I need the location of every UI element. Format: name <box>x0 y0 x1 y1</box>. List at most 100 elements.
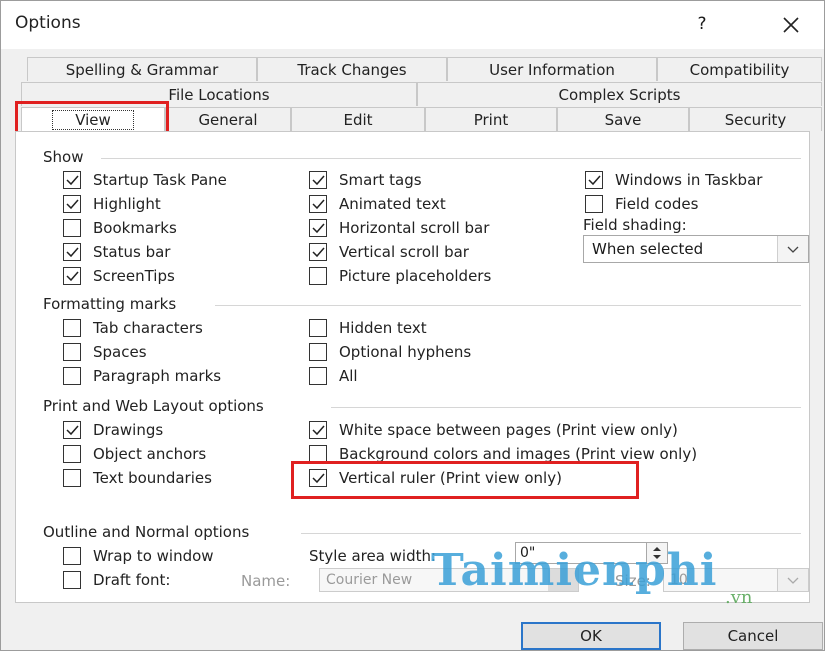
checkbox-label: Hidden text <box>339 319 427 337</box>
checkbox-label: Vertical ruler (Print view only) <box>339 469 562 487</box>
field-shading-value: When selected <box>592 240 704 258</box>
style-area-width-label: Style area width: <box>309 547 437 565</box>
draft-font-name-value: Courier New <box>326 572 413 588</box>
taimienphi-watermark-domain: .vn <box>725 587 753 608</box>
checkbox-label: Drawings <box>93 421 164 439</box>
formatting-group-line <box>215 305 801 306</box>
tab-security[interactable]: Security <box>689 107 822 131</box>
checkbox-label: Highlight <box>93 195 161 213</box>
checkbox-label: Vertical scroll bar <box>339 243 469 261</box>
checkbox-box <box>309 367 327 385</box>
field-shading-label: Field shading: <box>583 216 687 234</box>
checkbox-box <box>63 469 81 487</box>
checkbox-label: All <box>339 367 358 385</box>
checkbox-label: Tab characters <box>93 319 203 337</box>
tab-user-information[interactable]: User Information <box>447 57 657 81</box>
tab-file-locations[interactable]: File Locations <box>21 82 417 106</box>
check-icon <box>66 175 79 186</box>
checkbox-label: Animated text <box>339 195 446 213</box>
close-button[interactable] <box>771 9 811 39</box>
checkbox-box <box>309 319 327 337</box>
check-icon <box>312 199 325 210</box>
checkbox-label: Spaces <box>93 343 147 361</box>
checkbox-label: Optional hyphens <box>339 343 472 361</box>
outline-group-line <box>301 533 801 534</box>
checkbox-label: White space between pages (Print view on… <box>339 421 678 439</box>
check-icon <box>312 473 325 484</box>
show-group-line <box>101 158 801 159</box>
taimienphi-watermark: Taimienphi <box>431 545 718 596</box>
checkbox-label: Status bar <box>93 243 171 261</box>
tab-edit[interactable]: Edit <box>291 107 425 131</box>
window-title: Options <box>15 13 81 33</box>
checkbox-label: Bookmarks <box>93 219 177 237</box>
checkbox-box <box>63 219 81 237</box>
checkbox-box <box>585 195 603 213</box>
checkbox-label: Horizontal scroll bar <box>339 219 490 237</box>
show-group-label: Show <box>43 148 88 166</box>
checkbox-box <box>63 267 81 285</box>
checkbox-label: Startup Task Pane <box>93 171 227 189</box>
tab-compatibility[interactable]: Compatibility <box>657 57 822 81</box>
checkbox-box <box>63 421 81 439</box>
close-icon <box>783 17 799 33</box>
checkbox-box <box>309 195 327 213</box>
checkbox-box <box>63 243 81 261</box>
tab-general[interactable]: General <box>165 107 291 131</box>
checkbox-box <box>63 571 81 589</box>
dropdown-arrow <box>777 569 808 591</box>
check-icon <box>312 425 325 436</box>
checkbox-label: Field codes <box>615 195 699 213</box>
tab-print[interactable]: Print <box>425 107 557 131</box>
tab-complex-scripts[interactable]: Complex Scripts <box>417 82 822 106</box>
checkbox-box <box>309 243 327 261</box>
ok-button[interactable]: OK <box>521 622 661 650</box>
tab-view[interactable]: View <box>21 107 165 133</box>
tab-view-label: View <box>52 110 134 130</box>
check-icon <box>66 425 79 436</box>
checkbox-box <box>63 319 81 337</box>
checkbox-box <box>309 343 327 361</box>
check-icon <box>312 175 325 186</box>
checkbox-label: Background colors and images (Print view… <box>339 445 698 463</box>
formatting-group-label: Formatting marks <box>43 295 181 313</box>
checkbox-label: Paragraph marks <box>93 367 222 385</box>
check-icon <box>588 175 601 186</box>
checkbox-label: Picture placeholders <box>339 267 492 285</box>
options-dialog: Options ? Spelling & Grammar Track Chang… <box>0 0 825 651</box>
field-shading-select[interactable]: When selected <box>583 235 809 263</box>
checkbox-box <box>63 195 81 213</box>
checkbox-box <box>309 445 327 463</box>
checkbox-label: Draft font: <box>93 571 171 589</box>
checkbox-box <box>309 421 327 439</box>
tab-track-changes[interactable]: Track Changes <box>257 57 447 81</box>
checkbox-label: Text boundaries <box>93 469 212 487</box>
check-icon <box>312 223 325 234</box>
tab-spelling-grammar[interactable]: Spelling & Grammar <box>27 57 257 81</box>
tab-save[interactable]: Save <box>557 107 689 131</box>
checkbox-box <box>63 547 81 565</box>
check-icon <box>312 247 325 258</box>
help-button[interactable]: ? <box>687 9 717 39</box>
checkbox-label: Smart tags <box>339 171 422 189</box>
chevron-down-icon <box>787 246 799 253</box>
checkbox-box <box>309 219 327 237</box>
cancel-button[interactable]: Cancel <box>683 622 823 650</box>
checkbox-box <box>309 171 327 189</box>
checkbox-box <box>63 343 81 361</box>
check-icon <box>66 199 79 210</box>
checkbox-label: Wrap to window <box>93 547 214 565</box>
checkbox-label: Windows in Taskbar <box>615 171 763 189</box>
name-label: Name: <box>241 572 291 590</box>
dropdown-arrow <box>777 236 808 262</box>
print-web-group-line <box>331 407 801 408</box>
checkbox-label: Object anchors <box>93 445 207 463</box>
checkbox-box <box>63 171 81 189</box>
print-web-group-label: Print and Web Layout options <box>43 397 268 415</box>
checkbox-box <box>309 469 327 487</box>
check-icon <box>66 247 79 258</box>
chevron-down-icon <box>787 577 799 584</box>
checkbox-box <box>309 267 327 285</box>
checkbox-label: ScreenTips <box>93 267 175 285</box>
title-bar: Options ? <box>1 1 824 49</box>
